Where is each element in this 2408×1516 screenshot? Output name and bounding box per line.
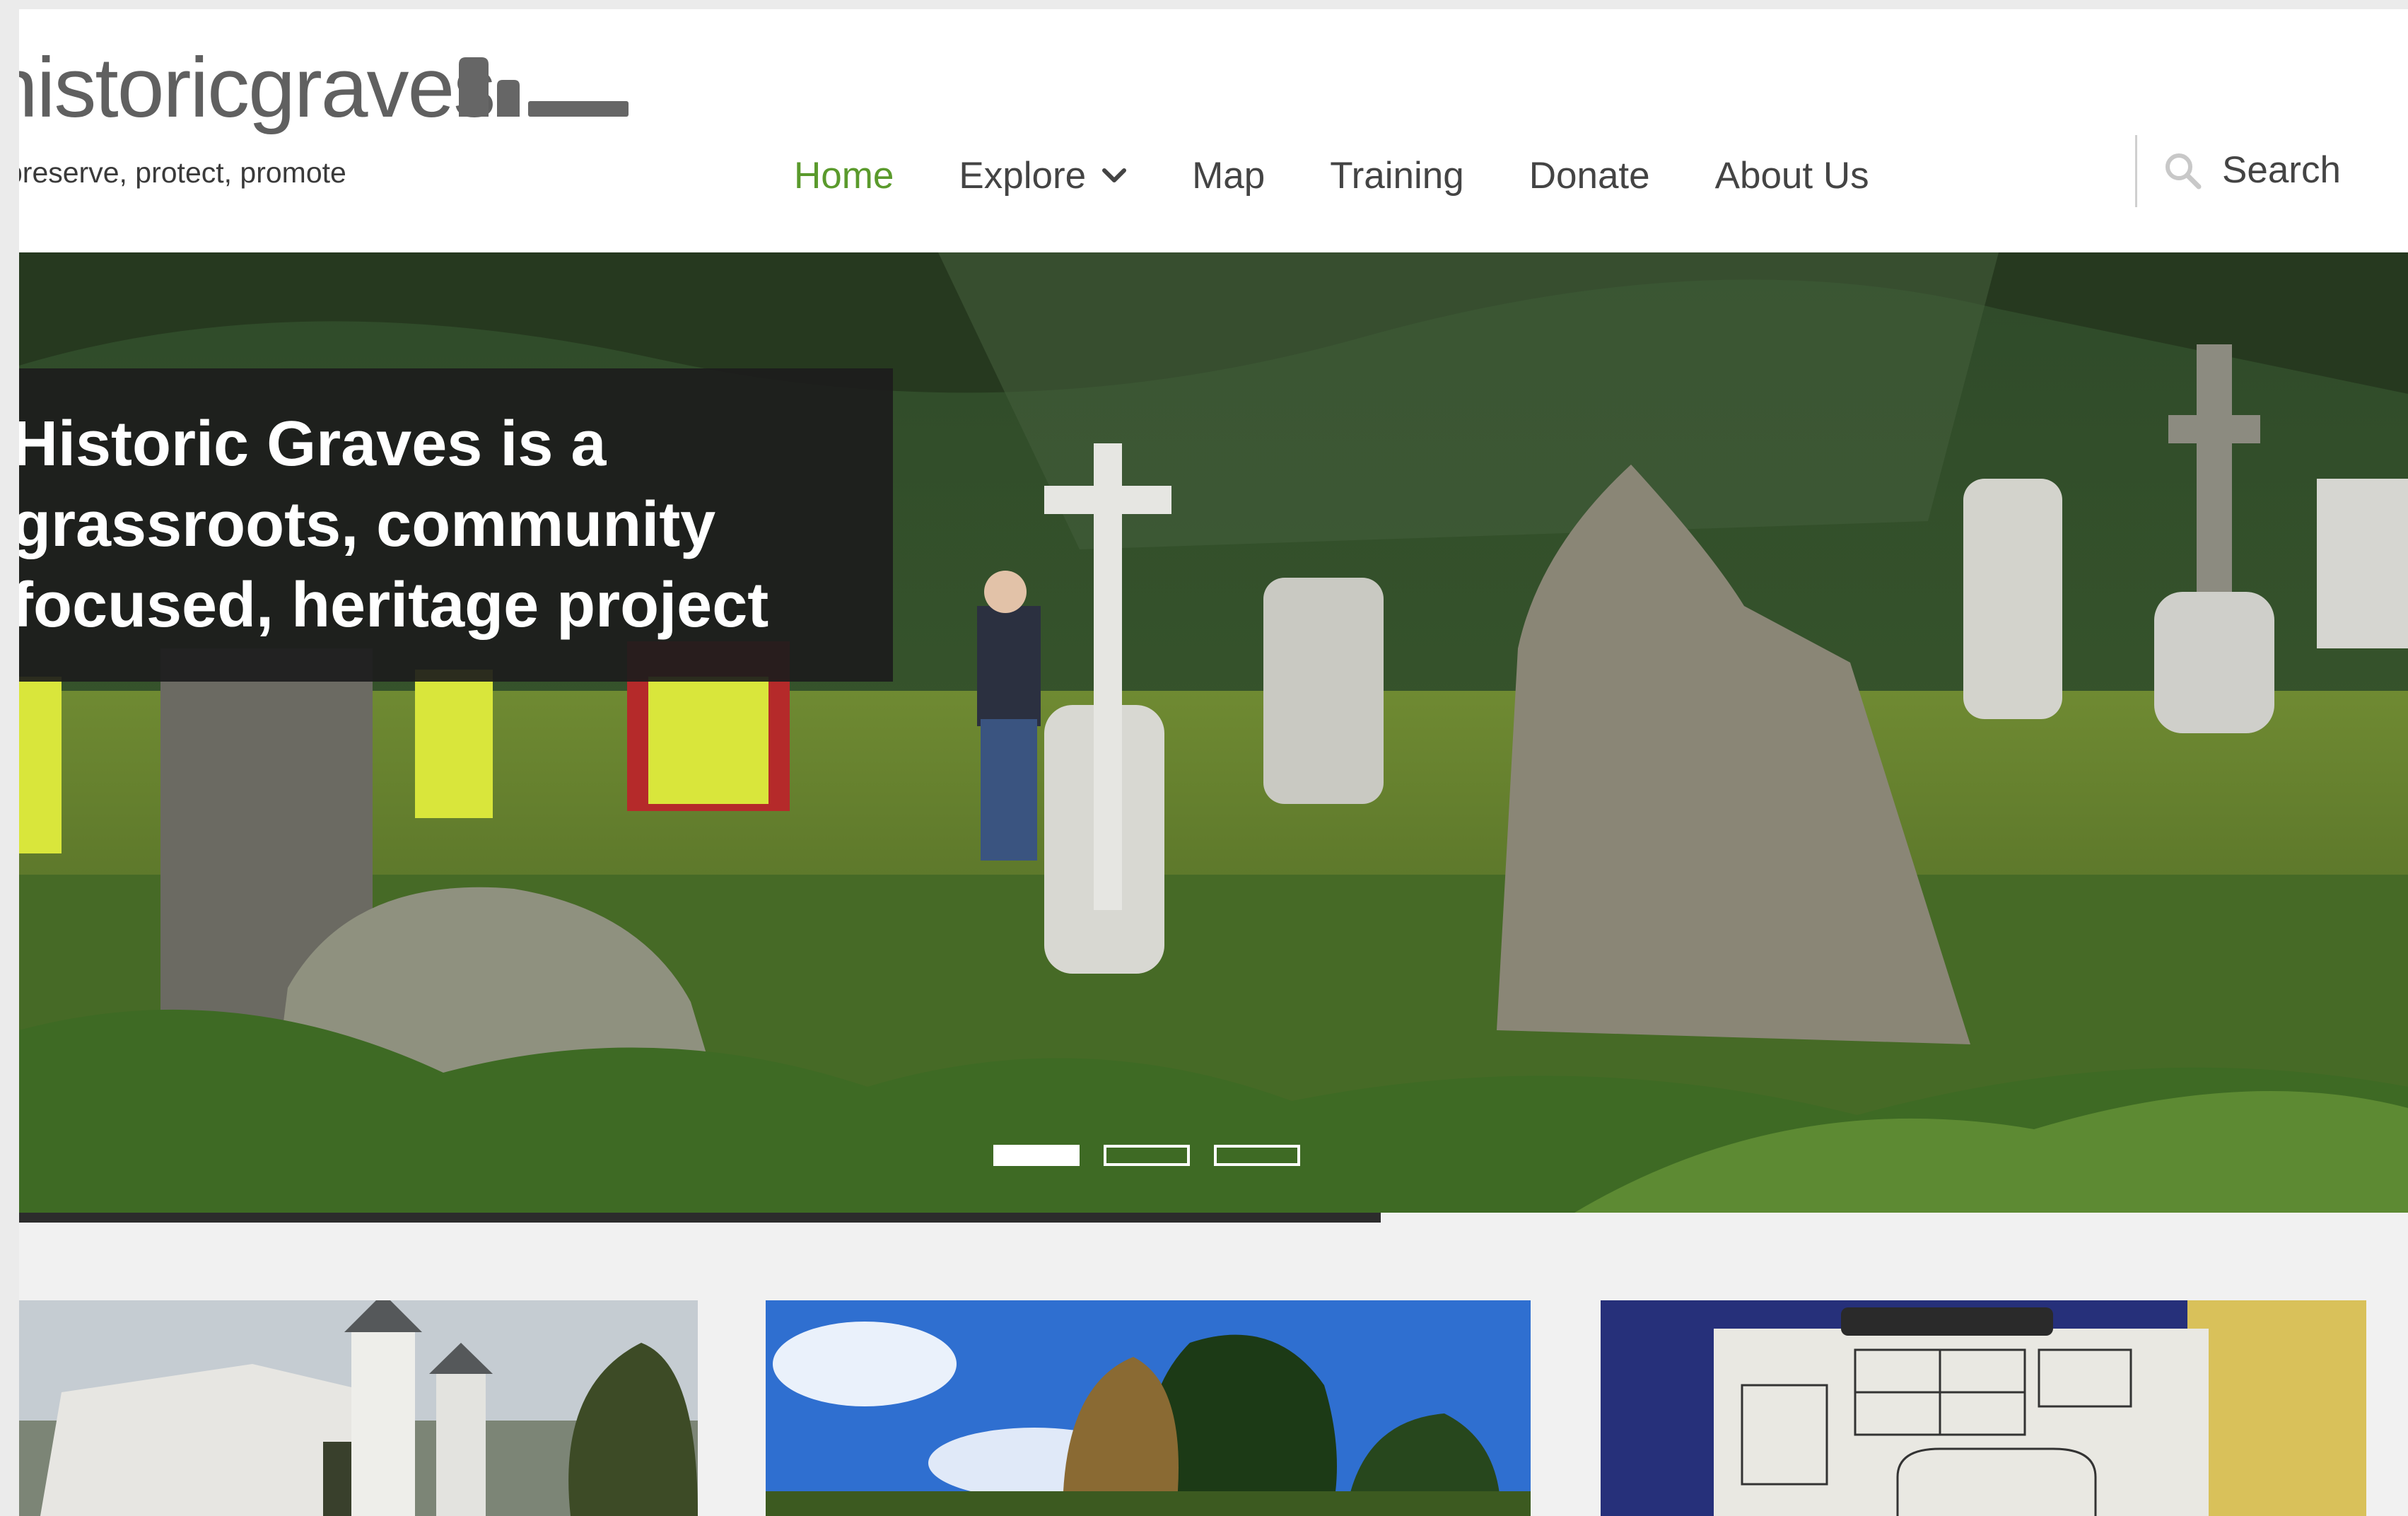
site-header: historicgraves preserve, protect, promot… [19,9,2408,252]
feature-card-graveyard-trees[interactable] [766,1300,1531,1516]
nav-home-label: Home [794,154,894,197]
search-button[interactable]: Search [2163,148,2341,192]
feature-card-graveyard-map[interactable] [1601,1300,2366,1516]
nav-about-us-label: About Us [1714,154,1869,197]
logo-tagline: preserve, protect, promote [19,156,346,189]
nav-map[interactable]: Map [1192,154,1265,197]
nav-home[interactable]: Home [794,154,894,197]
nav-explore[interactable]: Explore [959,154,1127,197]
hero-caption: Historic Graves is a grassroots, communi… [19,368,893,682]
slider-dot[interactable] [1214,1145,1300,1166]
slider-dot[interactable] [1104,1145,1190,1166]
feature-card-church[interactable] [19,1300,698,1516]
nav-training[interactable]: Training [1330,154,1464,197]
gravestones-logo-icon [459,57,629,117]
slider-dot[interactable] [993,1145,1080,1166]
nav-donate[interactable]: Donate [1529,154,1650,197]
search-label: Search [2222,149,2341,191]
nav-training-label: Training [1330,154,1464,197]
page: historicgraves preserve, protect, promot… [19,9,2408,1516]
chevron-down-icon [1102,168,1127,182]
graveyard-map-photo [1601,1300,2366,1516]
feature-cards [19,1300,2408,1516]
hero-caption-text: Historic Graves is a grassroots, communi… [19,409,769,641]
search-icon [2166,153,2202,189]
nav-map-label: Map [1192,154,1266,197]
logo-text: historicgraves [19,40,496,135]
church-photo [19,1300,698,1516]
nav-about-us[interactable]: About Us [1715,154,1869,197]
slider-progress-bar [19,1213,2408,1223]
graveyard-trees-photo [766,1300,1531,1516]
site-logo[interactable]: historicgraves preserve, protect, promot… [19,9,655,221]
nav-donate-label: Donate [1529,154,1650,197]
hero-slider[interactable]: Historic Graves is a grassroots, communi… [19,252,2408,1213]
slider-dots [993,1145,1324,1166]
nav-explore-label: Explore [959,154,1087,197]
main-nav: Home Explore Map Training Donate About U… [794,147,1934,204]
slider-progress-fill [19,1213,1381,1223]
search-divider [2135,135,2137,207]
